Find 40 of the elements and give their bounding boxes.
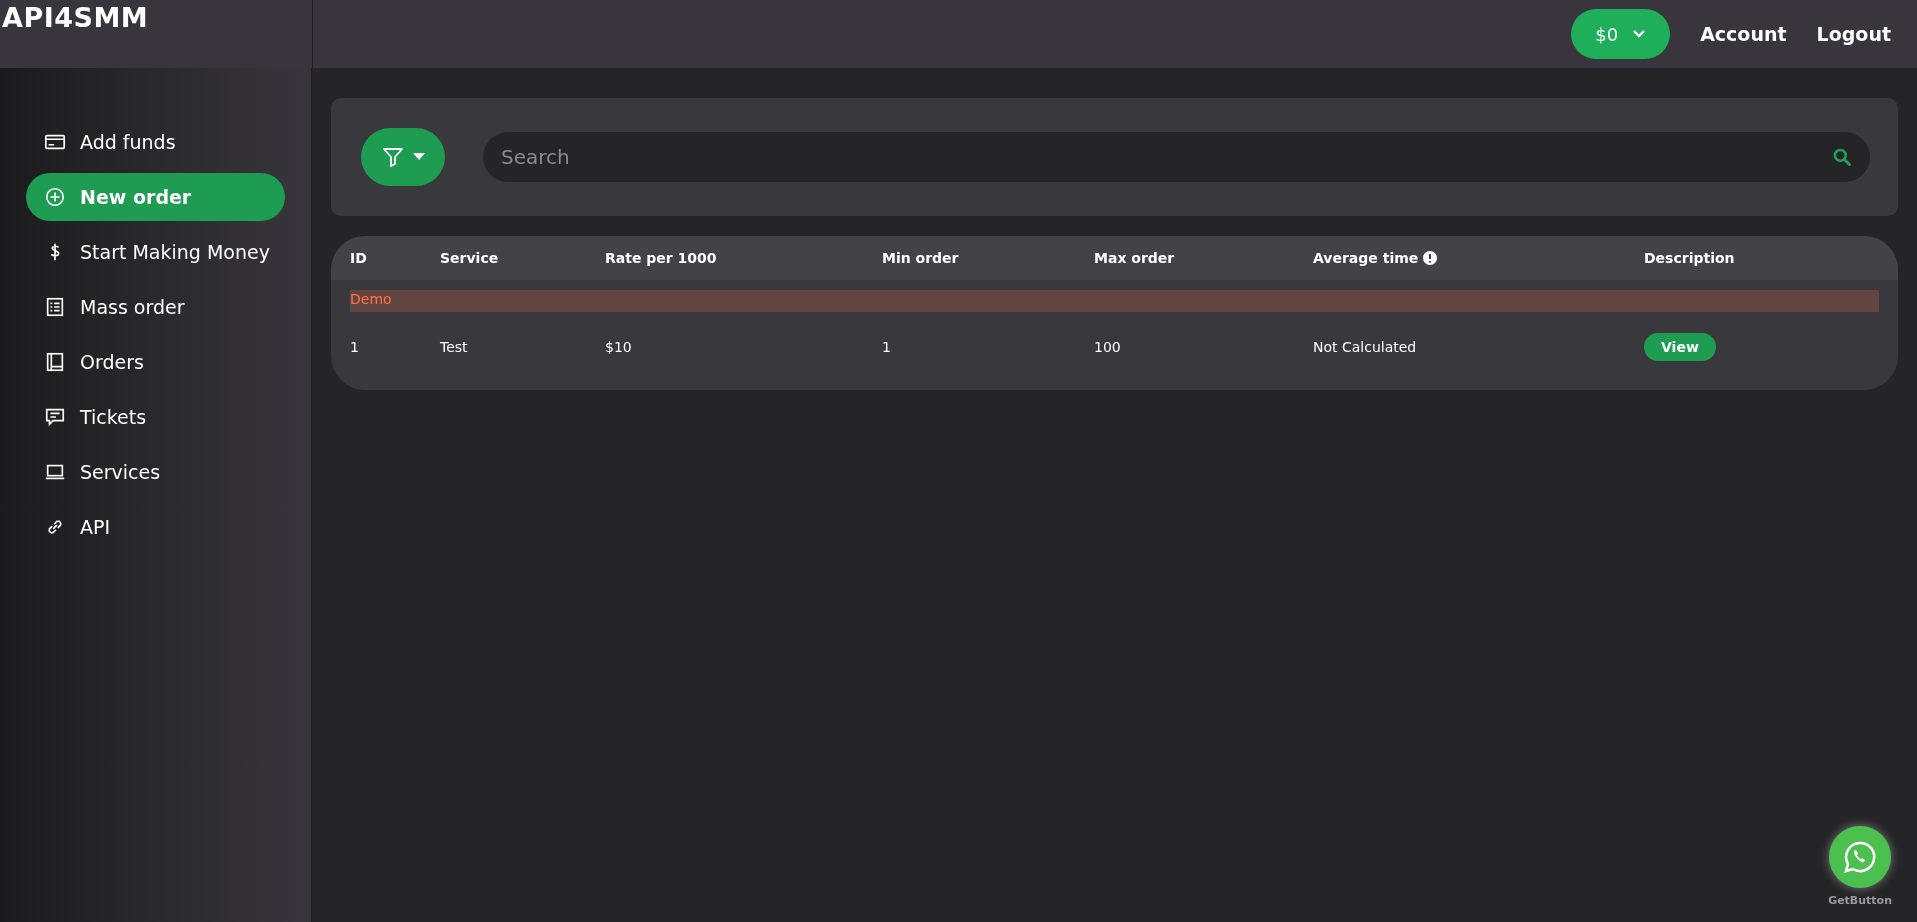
funnel-icon [381, 145, 405, 169]
whatsapp-button[interactable] [1829, 826, 1892, 888]
view-button[interactable]: View [1644, 333, 1716, 361]
info-icon [1423, 251, 1438, 265]
column-header: Rate per 1000 [605, 250, 717, 266]
plus-circle-icon [44, 186, 66, 208]
search-field[interactable]: Search [483, 132, 1870, 182]
table-cell: 1 [882, 339, 891, 355]
sidebar-item[interactable]: Add funds [26, 118, 285, 166]
column-header: Min order [882, 250, 959, 266]
sidebar-item[interactable]: API [26, 503, 285, 551]
chevron-down-icon [1632, 29, 1647, 39]
table-cell: 1 [350, 339, 359, 355]
sidebar-item[interactable]: Start Making Money [26, 228, 285, 276]
chat-icon [44, 406, 66, 428]
filter-dropdown-button[interactable] [361, 128, 445, 186]
search-icon [1832, 147, 1852, 167]
column-header: Max order [1094, 250, 1175, 266]
sidebar-item[interactable]: New order [26, 173, 285, 221]
book-icon [44, 351, 66, 373]
sidebar-item[interactable]: Tickets [26, 393, 285, 441]
brand-logo-text[interactable]: API4SMM [0, 0, 149, 33]
sidebar-item[interactable]: Mass order [26, 283, 285, 331]
column-header: Description [1644, 250, 1735, 266]
caret-icon [413, 153, 425, 161]
column-header: Service [440, 250, 499, 266]
header-link[interactable]: Account [1700, 23, 1787, 45]
table-cell: $10 [605, 339, 632, 355]
list-icon [44, 296, 66, 318]
column-header: ID [350, 250, 367, 266]
widget-caption[interactable]: GetButton [1828, 894, 1892, 907]
chat-phone-icon [1842, 839, 1879, 875]
column-header: Average time [1313, 250, 1419, 266]
category-row: Demo [350, 290, 1879, 312]
table-cell: Not Calculated [1313, 339, 1417, 355]
sidebar-item[interactable]: Services [26, 448, 285, 496]
table-cell: 100 [1094, 339, 1121, 355]
sidebar-item[interactable]: Orders [26, 338, 285, 386]
header-link[interactable]: Logout [1816, 23, 1891, 45]
table-cell: Test [440, 339, 468, 355]
